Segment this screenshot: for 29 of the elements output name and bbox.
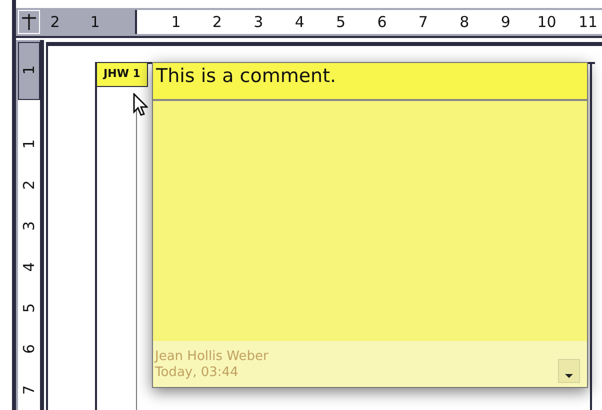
ruler-number: 1 bbox=[19, 138, 39, 151]
ruler-number: 9 bbox=[500, 12, 510, 32]
ruler-number: 7 bbox=[19, 384, 39, 397]
ruler-number: 10 bbox=[537, 12, 556, 32]
comment-date: Today, 03:44 bbox=[155, 365, 238, 381]
ruler-number: 6 bbox=[19, 343, 39, 356]
ruler-number: 2 bbox=[50, 12, 60, 32]
ruler-number: 6 bbox=[377, 12, 387, 32]
ruler-number: 7 bbox=[418, 12, 428, 32]
ruler-number: 2 bbox=[19, 179, 39, 192]
comment-anchor-label[interactable]: JHW 1 bbox=[96, 62, 148, 87]
comment-menu-button[interactable] bbox=[558, 359, 580, 383]
ruler-number: 5 bbox=[19, 302, 39, 315]
dropdown-arrow-icon bbox=[565, 374, 573, 378]
ruler-number: 2 bbox=[212, 12, 222, 32]
mouse-pointer-icon bbox=[133, 93, 148, 117]
ruler-number: 1 bbox=[90, 12, 100, 32]
crosshair-icon bbox=[22, 14, 36, 30]
ruler-number: 1 bbox=[19, 64, 39, 77]
ruler-corner[interactable] bbox=[18, 10, 40, 34]
ruler-number: 3 bbox=[19, 220, 39, 233]
ruler-number: 5 bbox=[336, 12, 346, 32]
ruler-number: 1 bbox=[171, 12, 181, 32]
comment-author: Jean Hollis Weber bbox=[155, 349, 268, 365]
ruler-number: 11 bbox=[578, 12, 598, 32]
ruler-number: 4 bbox=[19, 261, 39, 274]
ruler-number: 4 bbox=[294, 12, 304, 32]
ruler-number: 8 bbox=[460, 12, 470, 32]
ruler-number: 3 bbox=[254, 12, 264, 32]
